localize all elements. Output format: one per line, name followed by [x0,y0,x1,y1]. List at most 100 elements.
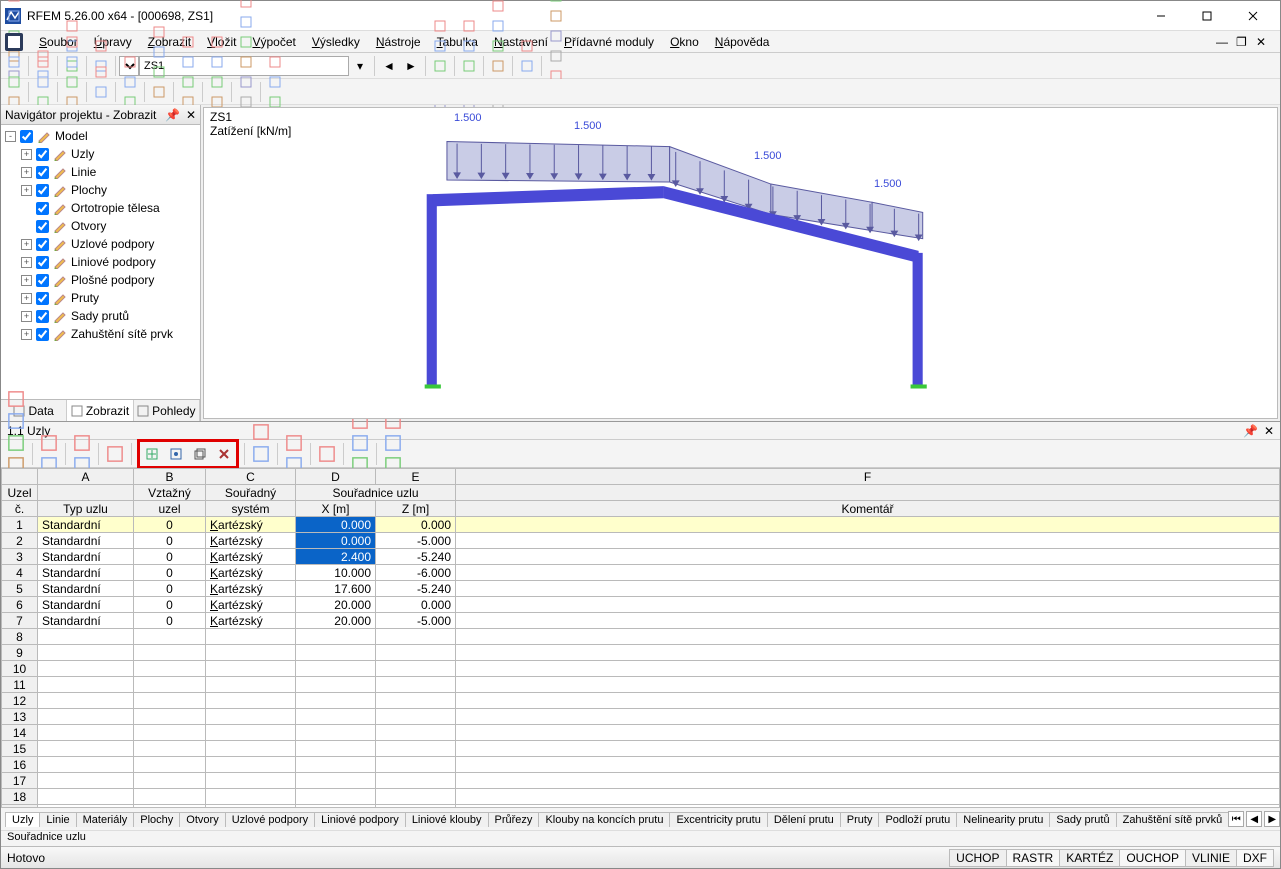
table-row[interactable]: 11 [2,677,1280,693]
close-button[interactable] [1230,2,1276,30]
tcol-btn-0[interactable] [316,443,338,465]
prev-case-button[interactable]: ◄ [379,56,399,76]
table-close[interactable]: ✕ [1264,424,1274,438]
nodes-table[interactable]: ABCDEFUzelVztažnýSouřadnýSouřadnice uzlu… [1,468,1280,808]
tools-btn-1[interactable] [149,42,169,62]
show-btn-2[interactable] [207,72,227,92]
disp-btn-0[interactable] [430,16,450,36]
expander-icon[interactable] [21,203,32,214]
bottom-tab[interactable]: Liniové podpory [314,812,406,827]
tab-nav-button[interactable]: ⏮ [1228,811,1244,827]
load-btn-0[interactable] [91,62,111,82]
show-btn-0[interactable] [207,32,227,52]
dim-btn-0[interactable] [236,0,256,12]
expander-icon[interactable]: + [21,311,32,322]
tree-checkbox[interactable] [36,202,49,215]
tree-item[interactable]: Otvory [5,217,196,235]
tree-checkbox[interactable] [36,166,49,179]
table-row[interactable]: 16 [2,757,1280,773]
mdi-minimize[interactable]: — [1216,35,1236,49]
status-toggle[interactable]: VLINIE [1185,849,1237,867]
table-row[interactable]: 3Standardní0Kartézský2.400-5.240 [2,549,1280,565]
bottom-tab[interactable]: Plochy [133,812,180,827]
pin-icon[interactable]: 📌 [165,108,180,122]
view-btn-0[interactable] [91,36,111,56]
status-toggle[interactable]: UCHOP [949,849,1006,867]
menu-výsledky[interactable]: Výsledky [304,33,368,51]
tree-checkbox[interactable] [36,310,49,323]
table-row[interactable]: 10 [2,661,1280,677]
table-row[interactable]: 6Standardní0Kartézský20.0000.000 [2,597,1280,613]
create-btn-1[interactable] [33,72,53,92]
bottom-tab[interactable]: Liniové klouby [405,812,489,827]
dim-btn-3[interactable] [236,52,256,72]
tree-checkbox[interactable] [20,130,33,143]
table-row[interactable]: 7Standardní0Kartézský20.000-5.000 [2,613,1280,629]
copy-btn-0[interactable] [120,52,140,72]
dim-btn-1[interactable] [236,12,256,32]
expander-icon[interactable]: + [21,185,32,196]
analysis-btn-3[interactable] [546,6,566,26]
ttab-btn-2[interactable] [5,432,27,454]
create-btn-0[interactable] [33,52,53,72]
ttab-btn-0[interactable] [5,388,27,410]
tab-nav-button[interactable]: ◀ [1246,811,1262,827]
bottom-tab[interactable]: Uzlové podpory [225,812,315,827]
mesh-btn-0[interactable] [488,0,508,16]
copy-btn-1[interactable] [120,72,140,92]
disp-btn-1[interactable] [430,36,450,56]
navtab-pohledy[interactable]: Pohledy [134,400,200,421]
expander-icon[interactable]: + [21,257,32,268]
status-toggle[interactable]: DXF [1236,849,1274,867]
disp-btn-2[interactable] [430,56,450,76]
tool-insert-row[interactable] [141,443,163,465]
bottom-tab[interactable]: Sady prutů [1049,812,1116,827]
expander-icon[interactable]: + [21,149,32,160]
tree-checkbox[interactable] [36,256,49,269]
menu-nápověda[interactable]: Nápověda [707,33,778,51]
dim-btn-4[interactable] [236,72,256,92]
tree-checkbox[interactable] [36,148,49,161]
expander-icon[interactable]: + [21,329,32,340]
expander-icon[interactable]: + [21,167,32,178]
bottom-tab[interactable]: Linie [39,812,76,827]
menu-okno[interactable]: Okno [662,33,707,51]
maximize-button[interactable] [1184,2,1230,30]
file-btn-0[interactable] [4,0,24,6]
table-row[interactable]: 5Standardní0Kartézský17.600-5.240 [2,581,1280,597]
edit-btn-2[interactable] [4,72,24,92]
dim-btn-2[interactable] [236,32,256,52]
sel-btn-2[interactable] [178,72,198,92]
bottom-tab[interactable]: Podloží prutu [878,812,957,827]
status-toggle[interactable]: RASTR [1006,849,1061,867]
bottom-tab[interactable]: Zahuštění sítě prvků [1116,812,1230,827]
tools-btn-3[interactable] [149,82,169,102]
next-case-button[interactable]: ► [401,56,421,76]
mdi-close[interactable]: ✕ [1256,35,1276,49]
menu-přídavné moduly[interactable]: Přídavné moduly [556,33,662,51]
load-btn-1[interactable] [91,82,111,102]
supp-btn-1[interactable] [62,52,82,72]
tree-item[interactable]: +Plochy [5,181,196,199]
tools-btn-2[interactable] [149,62,169,82]
table-row[interactable]: 18 [2,789,1280,805]
model-viewport[interactable]: ZS1 Zatížení [kN/m] 1.500 [203,107,1278,419]
tnav-btn-0[interactable] [38,432,60,454]
table-row[interactable]: 9 [2,645,1280,661]
tree-checkbox[interactable] [36,274,49,287]
tree-item[interactable]: -Model [5,127,196,145]
table-row[interactable]: 4Standardní0Kartézský10.000-6.000 [2,565,1280,581]
tsp-btn-0[interactable] [104,443,126,465]
analysis-btn-4[interactable] [546,26,566,46]
table-row[interactable]: 12 [2,693,1280,709]
tree-item[interactable]: Ortotropie tělesa [5,199,196,217]
tree-item[interactable]: +Sady prutů [5,307,196,325]
tree-item[interactable]: +Liniové podpory [5,253,196,271]
bottom-tab[interactable]: Uzly [5,812,40,827]
table-row[interactable]: 17 [2,773,1280,789]
table-row[interactable]: 2Standardní0Kartézský0.000-5.000 [2,533,1280,549]
status-toggle[interactable]: KARTÉZ [1059,849,1120,867]
tfx-btn-1[interactable] [382,432,404,454]
tfil-btn-0[interactable] [71,432,93,454]
navigator-tree[interactable]: -Model+Uzly+Linie+PlochyOrtotropie těles… [1,125,200,399]
